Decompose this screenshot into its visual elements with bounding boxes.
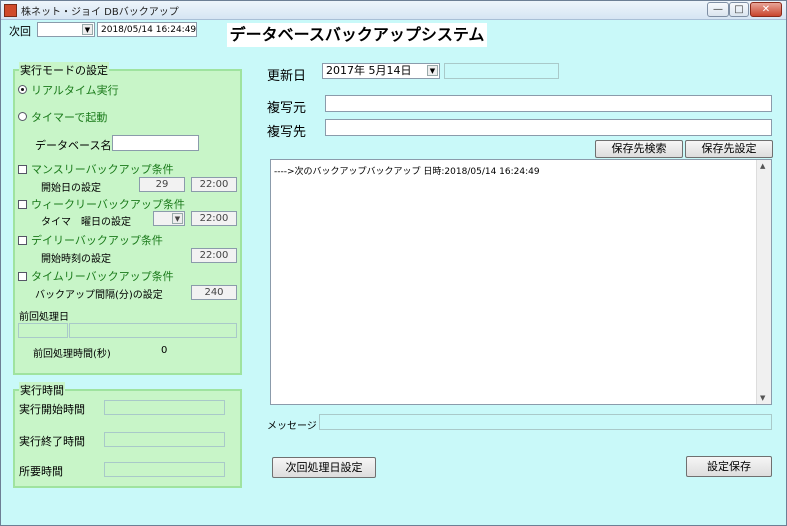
timely-label: タイムリーバックアップ条件 <box>31 270 174 283</box>
monthly-label: マンスリーバックアップ条件 <box>31 163 174 176</box>
chevron-down-icon[interactable]: ▼ <box>82 24 93 35</box>
update-date-picker[interactable]: 2017年 5月14日 ▼ <box>322 63 440 79</box>
db-name-label: データベース名 <box>35 139 112 152</box>
chevron-down-icon[interactable]: ▼ <box>172 213 183 224</box>
next-date-button[interactable]: 次回処理日設定 <box>272 457 376 478</box>
update-date-label: 更新日 <box>267 69 307 84</box>
weekly-dow-label: タイマ 曜日の設定 <box>41 217 131 228</box>
weekly-checkbox[interactable] <box>18 200 27 209</box>
message-label: メッセージ <box>267 421 317 432</box>
timer-radio[interactable] <box>18 112 27 121</box>
daily-label: デイリーバックアップ条件 <box>31 234 163 247</box>
exec-duration-label: 所要時間 <box>19 465 63 478</box>
timely-interval-field[interactable]: 240 <box>191 285 237 300</box>
exec-end-label: 実行終了時間 <box>19 435 85 448</box>
daily-start-label: 開始時刻の設定 <box>41 254 111 265</box>
log-textarea[interactable]: ---->次のバックアップバックアップ 日時:2018/05/14 16:24:… <box>270 159 772 405</box>
monthly-checkbox[interactable] <box>18 165 27 174</box>
daily-checkbox[interactable] <box>18 236 27 245</box>
prev-date-label: 前回処理日 <box>19 312 69 323</box>
page-title: データベースバックアップシステム <box>227 23 487 47</box>
window-title: 株ネット・ジョイ DBバックアップ <box>21 7 179 18</box>
prev-date-field <box>18 323 68 338</box>
prev-duration-value: 0 <box>161 345 168 356</box>
daily-time-field[interactable]: 22:00 <box>191 248 237 263</box>
timer-label: タイマーで起動 <box>31 111 108 124</box>
realtime-radio[interactable] <box>18 85 27 94</box>
monthly-time-field[interactable]: 22:00 <box>191 177 237 192</box>
source-input[interactable] <box>325 95 772 112</box>
timely-checkbox[interactable] <box>18 272 27 281</box>
monthly-day-field[interactable]: 29 <box>139 177 185 192</box>
minimize-button[interactable]: — <box>707 2 729 17</box>
dest-input[interactable] <box>325 119 772 136</box>
exec-end-field <box>104 432 225 447</box>
set-dest-button[interactable]: 保存先設定 <box>685 140 773 158</box>
log-line: ---->次のバックアップバックアップ 日時:2018/05/14 16:24:… <box>274 167 540 177</box>
prev-duration-label: 前回処理時間(秒) <box>33 349 111 360</box>
exec-duration-field <box>104 462 225 477</box>
update-date-value: 2017年 5月14日 <box>326 64 412 77</box>
exec-start-label: 実行開始時間 <box>19 403 85 416</box>
run-mode-title: 実行モードの設定 <box>19 62 109 78</box>
scroll-down-icon[interactable]: ▼ <box>760 394 765 402</box>
monthly-start-label: 開始日の設定 <box>41 183 101 194</box>
message-field <box>319 414 772 430</box>
main-window: 株ネット・ジョイ DBバックアップ — □ ✕ 次回 ▼ 2018/05/14 … <box>0 0 787 526</box>
save-settings-button[interactable]: 設定保存 <box>686 456 772 477</box>
exec-start-field <box>104 400 225 415</box>
chevron-down-icon[interactable]: ▼ <box>427 65 438 76</box>
next-datetime-field[interactable]: 2018/05/14 16:24:49 <box>97 22 197 37</box>
exec-time-title: 実行時間 <box>19 382 65 398</box>
weekly-dow-select[interactable]: ▼ <box>153 211 185 226</box>
close-button[interactable]: ✕ <box>750 2 782 17</box>
maximize-button[interactable]: □ <box>729 2 749 17</box>
next-select[interactable]: ▼ <box>37 22 95 37</box>
db-name-input[interactable] <box>112 135 199 151</box>
log-scrollbar[interactable]: ▲ ▼ <box>756 160 771 404</box>
update-date-extra-field <box>444 63 559 79</box>
source-label: 複写元 <box>267 101 307 116</box>
prev-time-field <box>69 323 237 338</box>
app-icon <box>4 4 17 17</box>
next-label: 次回 <box>9 25 31 38</box>
weekly-label: ウィークリーバックアップ条件 <box>31 198 185 211</box>
weekly-time-field[interactable]: 22:00 <box>191 211 237 226</box>
scroll-up-icon[interactable]: ▲ <box>760 162 765 170</box>
dest-label: 複写先 <box>267 125 307 140</box>
search-dest-button[interactable]: 保存先検索 <box>595 140 683 158</box>
timely-interval-label: バックアップ間隔(分)の設定 <box>35 290 163 301</box>
title-bar[interactable]: 株ネット・ジョイ DBバックアップ — □ ✕ <box>1 1 786 20</box>
realtime-label: リアルタイム実行 <box>31 84 119 97</box>
